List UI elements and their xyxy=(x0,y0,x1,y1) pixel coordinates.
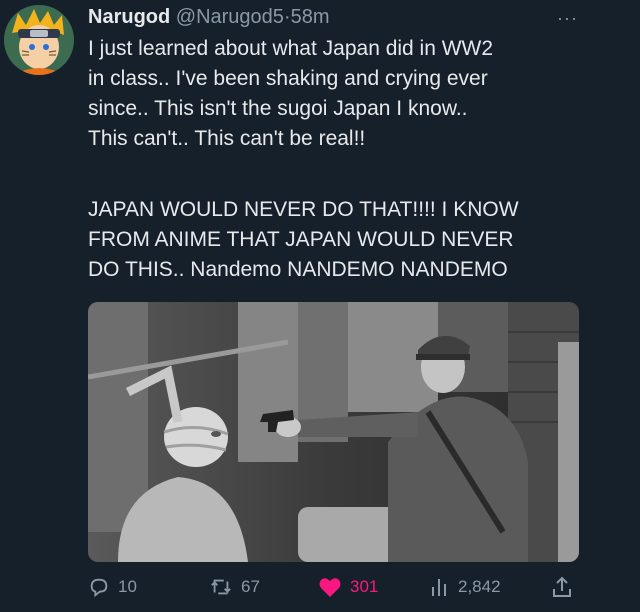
author-handle[interactable]: @Narugod5 xyxy=(176,6,284,28)
tweet-media-image[interactable] xyxy=(88,302,579,562)
avatar[interactable] xyxy=(4,5,74,75)
heart-icon xyxy=(319,578,341,597)
retweet-count: 67 xyxy=(241,577,260,596)
tweet-text-paragraph-1: I just learned about what Japan did in W… xyxy=(88,37,494,150)
views-icon xyxy=(432,579,446,596)
share-button[interactable] xyxy=(552,576,572,598)
tweet-header: Narugod @Narugod5·58m xyxy=(88,6,578,32)
tweet-time[interactable]: 58m xyxy=(291,6,330,28)
author-name[interactable]: Narugod xyxy=(88,6,170,28)
tweet-text-paragraph-2: JAPAN WOULD NEVER DO THAT!!!! I KNOW FRO… xyxy=(88,198,519,281)
more-options-button[interactable]: ··· xyxy=(557,8,578,29)
reply-count: 10 xyxy=(118,577,137,596)
retweet-icon xyxy=(211,579,231,595)
retweet-button[interactable]: 67 xyxy=(209,576,260,598)
share-icon xyxy=(553,576,571,597)
like-count: 301 xyxy=(350,577,379,596)
separator: · xyxy=(283,6,291,28)
reply-icon xyxy=(90,578,108,598)
reply-button[interactable]: 10 xyxy=(88,576,137,598)
tweet-action-bar: 10 67 301 2,842 xyxy=(0,572,640,608)
views-count: 2,842 xyxy=(458,577,501,596)
like-button[interactable]: 301 xyxy=(318,576,378,598)
views-button[interactable]: 2,842 xyxy=(430,576,501,598)
